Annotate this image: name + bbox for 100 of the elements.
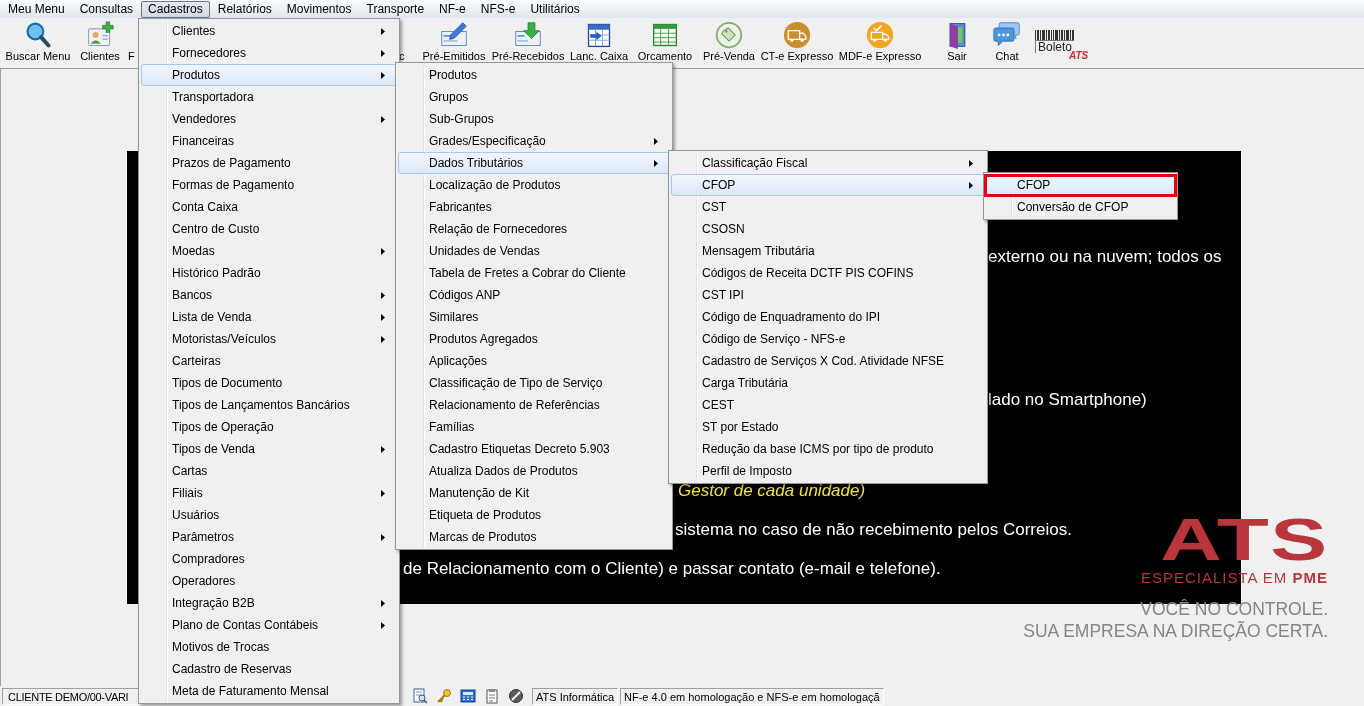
menu-item[interactable]: Similares	[398, 306, 670, 328]
menu-item[interactable]: Usuários	[141, 504, 397, 526]
menu-item[interactable]: Sub-Grupos	[398, 108, 670, 130]
toolbar-button[interactable]: MDF-e Expresso	[836, 18, 924, 62]
menu-bar-item[interactable]: Utilitários	[523, 0, 587, 18]
menu-item[interactable]: Classificação de Tipo de Serviço	[398, 372, 670, 394]
menu-item[interactable]: Integração B2B	[141, 592, 397, 614]
disc-icon[interactable]	[508, 688, 524, 704]
menu-item[interactable]: Cadastro Etiquetas Decreto 5.903	[398, 438, 670, 460]
menu-item[interactable]: Códigos de Receita DCTF PIS COFINS	[671, 262, 985, 284]
menu-bar-item[interactable]: Cadastros	[141, 0, 210, 18]
menu-item[interactable]: Meta de Faturamento Mensal	[141, 680, 397, 702]
menu-bar-item[interactable]: Consultas	[72, 0, 141, 18]
menu-item[interactable]: Financeiras	[141, 130, 397, 152]
menu-item[interactable]: Motivos de Trocas	[141, 636, 397, 658]
menu-item[interactable]: Conversão de CFOP	[986, 196, 1175, 218]
toolbar-button[interactable]: Pré-Recebidos	[492, 18, 564, 62]
menu-item[interactable]: Centro de Custo	[141, 218, 397, 240]
key-icon[interactable]	[436, 688, 452, 704]
menu-item[interactable]: Relacionamento de Referências	[398, 394, 670, 416]
toolbar-button[interactable]: Pré-Venda	[700, 18, 758, 62]
menu-item[interactable]: ST por Estado	[671, 416, 985, 438]
menu-item[interactable]: Produtos	[141, 64, 397, 86]
menu-item[interactable]: Grupos	[398, 86, 670, 108]
menu-item[interactable]: Carteiras	[141, 350, 397, 372]
toolbar-button[interactable]: Pré-Emitidos	[416, 18, 492, 62]
calculator-icon[interactable]	[460, 688, 476, 704]
menu-item[interactable]: Fabricantes	[398, 196, 670, 218]
search-icon	[24, 21, 52, 49]
menu-item[interactable]: Tipos de Venda	[141, 438, 397, 460]
menu-item[interactable]: Moedas	[141, 240, 397, 262]
menu-item[interactable]: Redução da base ICMS por tipo de produto	[671, 438, 985, 460]
menu-item[interactable]: Código de Enquadramento do IPI	[671, 306, 985, 328]
menu-bar-item[interactable]: Movimentos	[279, 0, 359, 18]
toolbar-button[interactable]: Sair	[936, 18, 978, 62]
menu-item[interactable]: Relação de Fornecedores	[398, 218, 670, 240]
menu-bar-item[interactable]: Meu Menu	[1, 0, 72, 18]
menu-item[interactable]: Conta Caixa	[141, 196, 397, 218]
menu-item[interactable]: Formas de Pagamento	[141, 174, 397, 196]
menu-item[interactable]: Manutenção de Kit	[398, 482, 670, 504]
menu-item[interactable]: Bancos	[141, 284, 397, 306]
menu-item[interactable]: Clientes	[141, 20, 397, 42]
menu-item[interactable]: CSOSN	[671, 218, 985, 240]
toolbar-button[interactable]: c	[399, 50, 409, 62]
menu-bar-item[interactable]: NF-e	[432, 0, 473, 18]
toolbar-button[interactable]: CT-e Expresso	[758, 18, 836, 62]
menu-item[interactable]: Aplicações	[398, 350, 670, 372]
panel-text: Gestor de cada unidade)	[678, 480, 866, 502]
menu-item[interactable]: Atualiza Dados de Produtos	[398, 460, 670, 482]
document-search-icon[interactable]	[412, 688, 428, 704]
menu-item[interactable]: CEST	[671, 394, 985, 416]
menu-item[interactable]: Compradores	[141, 548, 397, 570]
menu-item[interactable]: Marcas de Produtos	[398, 526, 670, 548]
toolbar-button[interactable]: Buscar Menu	[2, 18, 74, 62]
menu-item[interactable]: Localização de Produtos	[398, 174, 670, 196]
spreadsheet-icon	[651, 21, 679, 49]
menu-item[interactable]: Classificação Fiscal	[671, 152, 985, 174]
menu-item[interactable]: Dados Tributários	[398, 152, 670, 174]
menu-item[interactable]: Fornecedores	[141, 42, 397, 64]
menu-item[interactable]: Lista de Venda	[141, 306, 397, 328]
menu-item[interactable]: Códigos ANP	[398, 284, 670, 306]
menu-item[interactable]: Operadores	[141, 570, 397, 592]
menu-item[interactable]: Famílias	[398, 416, 670, 438]
menu-item[interactable]: Filiais	[141, 482, 397, 504]
menu-item[interactable]: Histórico Padrão	[141, 262, 397, 284]
menu-item[interactable]: Cadastro de Reservas	[141, 658, 397, 680]
menu-item[interactable]: CFOP	[986, 174, 1175, 196]
menu-item[interactable]: Cartas	[141, 460, 397, 482]
toolbar-button[interactable]: F	[128, 50, 138, 62]
menu-item[interactable]: Grades/Especificação	[398, 130, 670, 152]
menu-item[interactable]: Tipos de Documento	[141, 372, 397, 394]
menu-item[interactable]: Tipos de Lançamentos Bancários	[141, 394, 397, 416]
menu-item[interactable]: Tabela de Fretes a Cobrar do Cliente	[398, 262, 670, 284]
menu-item[interactable]: Tipos de Operação	[141, 416, 397, 438]
calendar-icon[interactable]	[484, 688, 500, 704]
menu-item[interactable]: Prazos de Pagamento	[141, 152, 397, 174]
menu-bar-item[interactable]: Relatórios	[210, 0, 279, 18]
menu-item[interactable]: CST	[671, 196, 985, 218]
menu-item[interactable]: Parâmetros	[141, 526, 397, 548]
menu-item[interactable]: CST IPI	[671, 284, 985, 306]
menu-item[interactable]: Produtos Agregados	[398, 328, 670, 350]
menu-item[interactable]: Perfil de Imposto	[671, 460, 985, 482]
menu-item[interactable]: Cadastro de Serviços X Cod. Atividade NFSE	[671, 350, 985, 372]
menu-item[interactable]: Etiqueta de Produtos	[398, 504, 670, 526]
menu-item[interactable]: Carga Tributária	[671, 372, 985, 394]
menu-item[interactable]: Produtos	[398, 64, 670, 86]
toolbar-button[interactable]: Chat	[986, 18, 1028, 62]
menu-item[interactable]: Mensagem Tributária	[671, 240, 985, 262]
menu-item[interactable]: Vendedores	[141, 108, 397, 130]
menu-item[interactable]: Transportadora	[141, 86, 397, 108]
toolbar-button[interactable]: Orcamento	[632, 18, 698, 62]
menu-item[interactable]: Unidades de Vendas	[398, 240, 670, 262]
menu-item[interactable]: Código de Serviço - NFS-e	[671, 328, 985, 350]
menu-bar-item[interactable]: NFS-e	[473, 0, 523, 18]
menu-item[interactable]: Motoristas/Veículos	[141, 328, 397, 350]
toolbar-button[interactable]: Clientes	[76, 18, 124, 62]
menu-item[interactable]: CFOP	[671, 174, 985, 196]
toolbar-button[interactable]: Lanc. Caixa	[566, 18, 632, 62]
menu-item[interactable]: Plano de Contas Contábeis	[141, 614, 397, 636]
menu-bar-item[interactable]: Transporte	[359, 0, 432, 18]
